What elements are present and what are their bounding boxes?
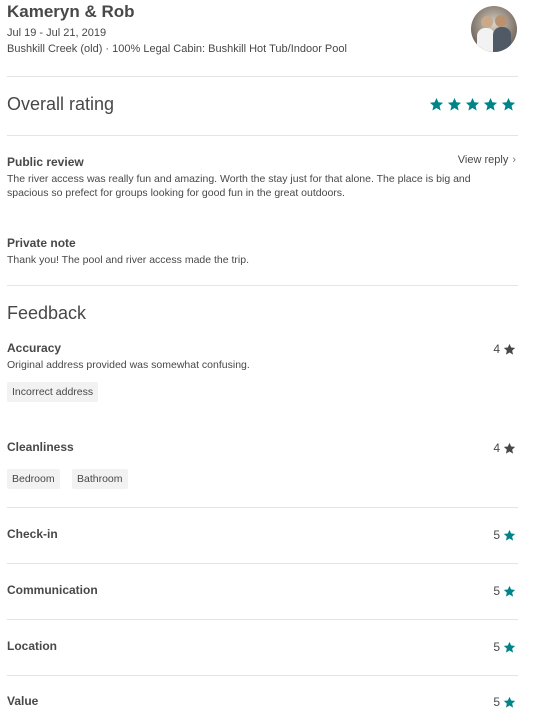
view-reply-link[interactable]: View reply › [458,154,516,166]
star-icon [501,97,516,112]
feedback-label-communication: Communication [7,583,98,597]
public-review-text: The river access was really fun and amaz… [7,173,471,199]
feedback-title: Feedback [7,303,87,323]
star-icon [429,97,444,112]
score-value: 5 [493,640,500,654]
divider [7,675,518,676]
feedback-comment-accuracy: Original address provided was somewhat c… [7,359,250,371]
star-icon [503,343,516,356]
public-review-title: Public review [7,155,84,169]
overall-rating-stars [429,97,516,112]
star-icon [503,696,516,709]
avatar-face [495,15,507,27]
divider [7,619,518,620]
private-note-title: Private note [7,236,76,250]
score-value: 5 [493,584,500,598]
feedback-score-value: 5 [493,695,516,709]
feedback-score-communication: 5 [493,584,516,598]
avatar-face [481,16,493,28]
star-icon [503,641,516,654]
feedback-label-check-in: Check-in [7,527,58,541]
feedback-score-cleanliness: 4 [493,441,516,455]
chevron-right-icon: › [512,154,516,166]
divider [7,135,518,136]
star-icon [447,97,462,112]
overall-rating-label: Overall rating [7,94,115,114]
score-value: 4 [493,342,500,356]
feedback-tag: Bedroom [7,469,60,489]
feedback-score-check-in: 5 [493,528,516,542]
star-icon [483,97,498,112]
feedback-label-location: Location [7,639,57,653]
feedback-tag: Bathroom [72,469,128,489]
star-icon [465,97,480,112]
feedback-score-accuracy: 4 [493,342,516,356]
feedback-label-cleanliness: Cleanliness [7,440,74,454]
guest-avatar[interactable] [471,6,517,52]
stay-dates: Jul 19 - Jul 21, 2019 [7,27,107,39]
private-note-text: Thank you! The pool and river access mad… [7,254,250,266]
divider [7,507,518,508]
score-value: 4 [493,441,500,455]
avatar-figure [493,27,511,52]
guest-name: Kameryn & Rob [7,2,135,21]
feedback-score-location: 5 [493,640,516,654]
divider [7,76,518,77]
star-icon [503,442,516,455]
feedback-label-accuracy: Accuracy [7,341,62,355]
score-value: 5 [493,528,500,542]
feedback-label-value: Value [7,694,39,708]
listing-name: Bushkill Creek (old) · 100% Legal Cabin:… [7,43,347,55]
star-icon [503,529,516,542]
star-icon [503,585,516,598]
divider [7,285,518,286]
feedback-tag: Incorrect address [7,382,99,402]
score-value: 5 [493,695,500,709]
divider [7,563,518,564]
view-reply-label: View reply [457,154,509,166]
